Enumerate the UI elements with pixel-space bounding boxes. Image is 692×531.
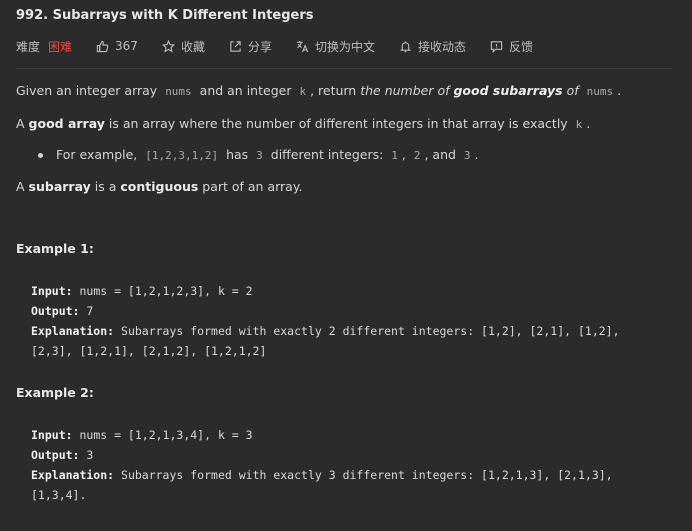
- inline-code: 3: [256, 149, 263, 162]
- example-2-block: Input: nums = [1,2,1,3,4], k = 3 Output:…: [31, 425, 613, 505]
- bold-text: good array: [28, 116, 105, 131]
- text: For example,: [56, 147, 142, 162]
- text: Given an integer array: [16, 83, 162, 98]
- output-label: Output:: [31, 448, 80, 462]
- bold-text: subarray: [28, 179, 91, 194]
- translate-label: 切换为中文: [314, 39, 375, 54]
- text: part of an array.: [198, 179, 303, 194]
- text: has: [222, 147, 253, 162]
- description-paragraph-3: A subarray is a contiguous part of an ar…: [16, 178, 302, 196]
- example-2-title: Example 2:: [16, 385, 94, 400]
- share-label: 分享: [247, 39, 272, 54]
- notify-button[interactable]: 接收动态: [399, 38, 466, 55]
- text: .: [586, 116, 591, 131]
- feedback-label: 反馈: [509, 39, 534, 54]
- text: ,: [401, 147, 410, 162]
- problem-meta-bar: 难度 困难 367 收藏 分享 切换为中文 接收动态 反馈: [16, 37, 557, 55]
- explanation-label: Explanation:: [31, 324, 115, 338]
- input-label: Input:: [31, 428, 73, 442]
- description-paragraph-1: Given an integer array nums and an integ…: [16, 82, 621, 101]
- inline-code: 2: [413, 149, 421, 162]
- input-value: nums = [1,2,1,2,3], k = 2: [72, 284, 253, 298]
- difficulty-label: 难度: [16, 39, 41, 54]
- explanation-text: Subarrays formed with exactly 2 differen…: [114, 324, 620, 338]
- problem-title: 992. Subarrays with K Different Integers: [16, 8, 314, 23]
- example-1-title: Example 1:: [16, 241, 94, 256]
- italic-text: the number of good subarrays of: [360, 83, 582, 98]
- feedback-icon: [490, 40, 503, 53]
- example-1-block: Input: nums = [1,2,1,2,3], k = 2 Output:…: [31, 281, 620, 361]
- translate-icon: [296, 40, 309, 52]
- text: , return: [310, 83, 361, 98]
- explanation-label: Explanation:: [31, 468, 115, 482]
- inline-code: 3: [463, 149, 471, 162]
- input-value: nums = [1,2,1,3,4], k = 3: [72, 428, 253, 442]
- bold-text: good subarrays: [453, 83, 563, 98]
- collect-button[interactable]: 收藏: [161, 38, 205, 55]
- output-value: 7: [79, 304, 94, 318]
- text: , and: [424, 147, 460, 162]
- list-item: For example, [1,2,3,1,2] has 3 different…: [38, 146, 479, 165]
- share-button[interactable]: 分享: [229, 38, 272, 55]
- text: .: [474, 147, 479, 162]
- thumbs-up-icon: [96, 40, 109, 52]
- star-icon: [161, 39, 175, 52]
- like-button[interactable]: 367: [96, 39, 138, 53]
- text: and an integer: [195, 83, 296, 98]
- notify-label: 接收动态: [417, 39, 466, 54]
- output-label: Output:: [31, 304, 80, 318]
- text: is an array where the number of differen…: [104, 116, 572, 131]
- inline-code: [1,2,3,1,2]: [145, 149, 219, 162]
- inline-code: nums: [586, 85, 614, 98]
- inline-code: k: [299, 85, 307, 98]
- text: A: [16, 116, 29, 131]
- input-label: Input:: [31, 284, 73, 298]
- difficulty-badge: 困难: [48, 39, 73, 54]
- text: .: [617, 83, 622, 98]
- list-item-text: For example, [1,2,3,1,2] has 3 different…: [56, 147, 479, 162]
- inline-code: 1: [391, 149, 398, 162]
- description-paragraph-2: A good array is an array where the numbe…: [16, 115, 590, 134]
- text: of: [562, 83, 583, 98]
- explanation-text: Subarrays formed with exactly 3 differen…: [114, 468, 613, 482]
- text: is a: [90, 179, 121, 194]
- bell-icon: [399, 40, 412, 52]
- collect-label: 收藏: [180, 39, 205, 54]
- inline-code: k: [575, 118, 583, 131]
- explanation-text: [2,3], [1,2,1], [2,1,2], [1,2,1,2]: [31, 344, 267, 358]
- meta-divider: [16, 68, 672, 69]
- translate-button[interactable]: 切换为中文: [296, 38, 375, 55]
- feedback-button[interactable]: 反馈: [490, 38, 533, 55]
- like-count: 367: [115, 39, 138, 53]
- inline-code: nums: [165, 85, 192, 98]
- text: different integers:: [266, 147, 388, 162]
- text: the number of: [360, 83, 454, 98]
- text: A: [16, 179, 29, 194]
- output-value: 3: [79, 448, 94, 462]
- share-icon: [230, 40, 241, 52]
- explanation-text: [1,3,4].: [31, 488, 87, 502]
- bold-text: contiguous: [120, 179, 199, 194]
